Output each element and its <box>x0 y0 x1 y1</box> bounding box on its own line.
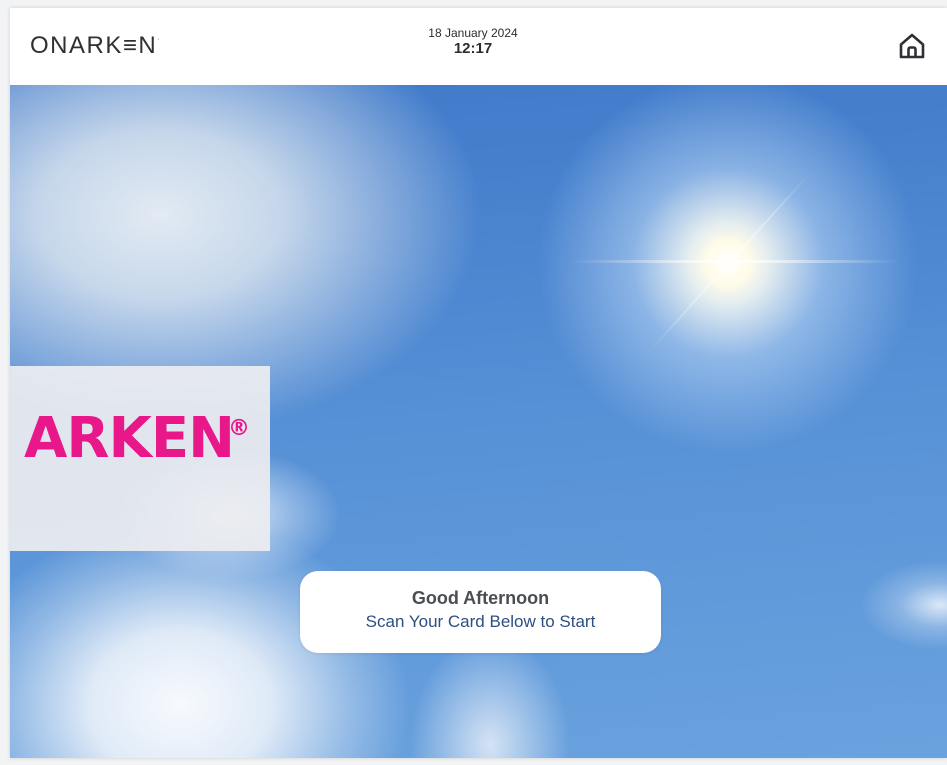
kiosk-screen: ONARK≡N· 18 January 2024 12:17 ARKEN ® G… <box>10 8 947 758</box>
home-button[interactable] <box>892 26 932 66</box>
logo-wordmark: ARKEN <box>24 406 235 471</box>
brand-logo: ONARK≡N· <box>30 32 161 60</box>
home-icon <box>899 33 925 59</box>
date-time: 18 January 2024 12:17 <box>408 26 538 58</box>
current-time: 12:17 <box>453 40 493 57</box>
sky-background: ARKEN ® <box>10 85 947 758</box>
current-date: 18 January 2024 <box>428 26 518 40</box>
greeting-instruction: Scan Your Card Below to Start <box>365 612 596 631</box>
registered-mark: ® <box>228 416 250 441</box>
brand-mark: · <box>157 36 162 43</box>
sun-flare <box>570 260 900 263</box>
logo-banner: ARKEN ® <box>10 366 270 551</box>
top-bar: ONARK≡N· 18 January 2024 12:17 <box>10 8 947 85</box>
brand-name: ONARK≡N <box>30 32 158 59</box>
greeting-card: Good Afternoon Scan Your Card Below to S… <box>300 571 661 653</box>
greeting-title: Good Afternoon <box>411 588 550 608</box>
